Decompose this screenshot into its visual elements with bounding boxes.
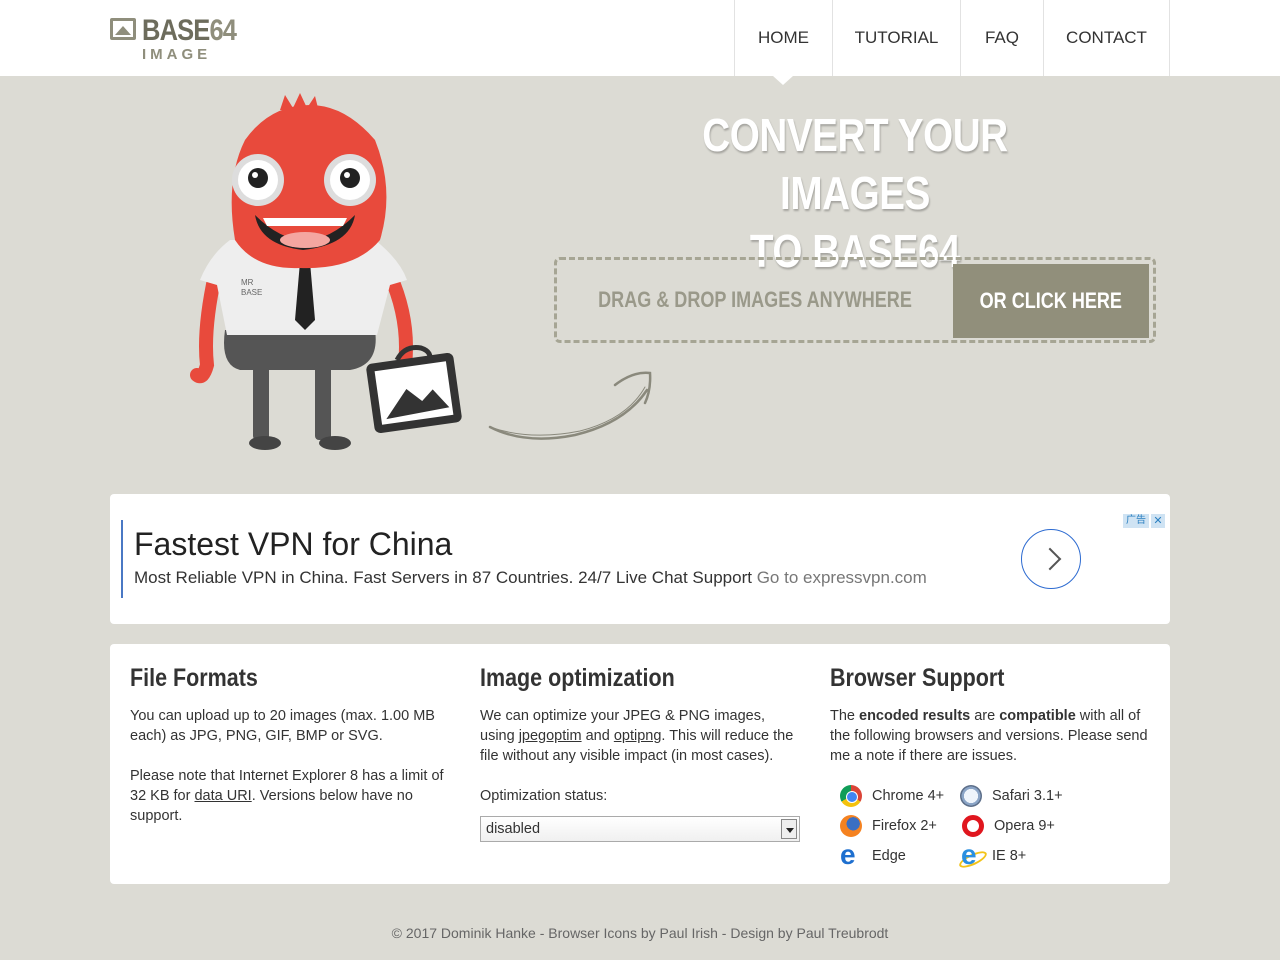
ad-link[interactable]: Go to expressvpn.com xyxy=(757,568,927,587)
hero-title-line1: CONVERT YOUR IMAGES xyxy=(702,109,1008,219)
ie-icon xyxy=(960,839,982,871)
chrome-icon xyxy=(840,785,862,807)
optimization-section: Image optimization We can optimize your … xyxy=(480,662,800,842)
ad-banner[interactable]: Fastest VPN for China Most Reliable VPN … xyxy=(110,494,1170,624)
ad-description: Most Reliable VPN in China. Fast Servers… xyxy=(134,568,927,587)
browser-support-text: The encoded results are compatible with … xyxy=(830,708,1148,764)
logo-subtitle: IMAGE xyxy=(142,46,212,63)
nav-tutorial[interactable]: TUTORIAL xyxy=(832,0,960,76)
drop-zone[interactable]: DRAG & DROP IMAGES ANYWHERE OR CLICK HER… xyxy=(554,257,1156,343)
optimization-status-value: disabled xyxy=(486,821,541,837)
ad-next-button[interactable] xyxy=(1021,529,1081,589)
ad-accent-bar xyxy=(121,520,123,598)
ad-label: 广告 xyxy=(1123,514,1149,528)
jpegoptim-link[interactable]: jpegoptim xyxy=(519,728,582,744)
active-nav-indicator xyxy=(773,76,793,85)
ie8-note: Please note that Internet Explorer 8 has… xyxy=(130,768,444,824)
info-panel: File Formats You can upload up to 20 ima… xyxy=(110,644,1170,884)
hero-title: CONVERT YOUR IMAGES TO BASE64 xyxy=(641,106,1069,280)
optimization-status-label: Optimization status: xyxy=(480,788,608,804)
image-icon xyxy=(110,18,136,40)
browser-item: Chrome 4+ xyxy=(840,784,960,808)
upload-button-label: OR CLICK HERE xyxy=(979,288,1123,313)
footer-credits: © 2017 Dominik Hanke - Browser Icons by … xyxy=(391,925,889,941)
browser-item: Opera 9+ xyxy=(960,814,1080,838)
arrow-doodle xyxy=(488,371,652,440)
mascot-badge-line1: MR xyxy=(241,278,254,287)
logo-wordmark: BASE64 xyxy=(142,14,237,47)
optipng-link[interactable]: optipng xyxy=(614,728,662,744)
site-logo[interactable]: BASE64 IMAGE xyxy=(110,14,250,64)
drop-zone-label: DRAG & DROP IMAGES ANYWHERE xyxy=(598,287,912,312)
optimization-title: Image optimization xyxy=(480,664,675,692)
nav-home[interactable]: HOME xyxy=(734,0,832,76)
browser-support-section: Browser Support The encoded results are … xyxy=(830,662,1150,871)
site-header: BASE64 IMAGE HOME TUTORIAL FAQ CONTACT xyxy=(0,0,1280,76)
optimization-status-select[interactable]: disabled xyxy=(480,816,800,842)
file-formats-title: File Formats xyxy=(130,664,258,692)
close-icon[interactable]: ✕ xyxy=(1151,514,1165,528)
browser-item: Edge xyxy=(840,839,960,871)
mascot-badge-line2: BASE xyxy=(241,288,262,297)
opera-icon xyxy=(962,815,984,837)
browser-support-title: Browser Support xyxy=(830,664,1005,692)
upload-button[interactable]: OR CLICK HERE xyxy=(953,264,1149,338)
browser-item: Firefox 2+ xyxy=(840,814,960,838)
chevron-down-icon[interactable] xyxy=(781,819,797,839)
nav-contact[interactable]: CONTACT xyxy=(1043,0,1170,76)
main-nav: HOME TUTORIAL FAQ CONTACT xyxy=(734,0,1170,76)
safari-icon xyxy=(960,785,982,807)
mascot-illustration: MR BASE xyxy=(190,93,462,450)
file-formats-section: File Formats You can upload up to 20 ima… xyxy=(130,662,450,826)
file-formats-text: You can upload up to 20 images (max. 1.0… xyxy=(130,708,435,744)
edge-icon xyxy=(840,839,862,871)
firefox-icon xyxy=(840,815,862,837)
ad-choices-badge[interactable]: 广告 ✕ xyxy=(1123,514,1165,528)
browser-list: Chrome 4+ Safari 3.1+ Firefox 2+ Opera 9… xyxy=(840,784,1150,871)
nav-faq[interactable]: FAQ xyxy=(960,0,1043,76)
data-uri-link[interactable]: data URI xyxy=(194,788,251,804)
optimization-text: We can optimize your JPEG & PNG images, … xyxy=(480,708,794,764)
browser-item: IE 8+ xyxy=(960,839,1080,871)
browser-item: Safari 3.1+ xyxy=(960,784,1080,808)
ad-title[interactable]: Fastest VPN for China xyxy=(134,526,452,563)
